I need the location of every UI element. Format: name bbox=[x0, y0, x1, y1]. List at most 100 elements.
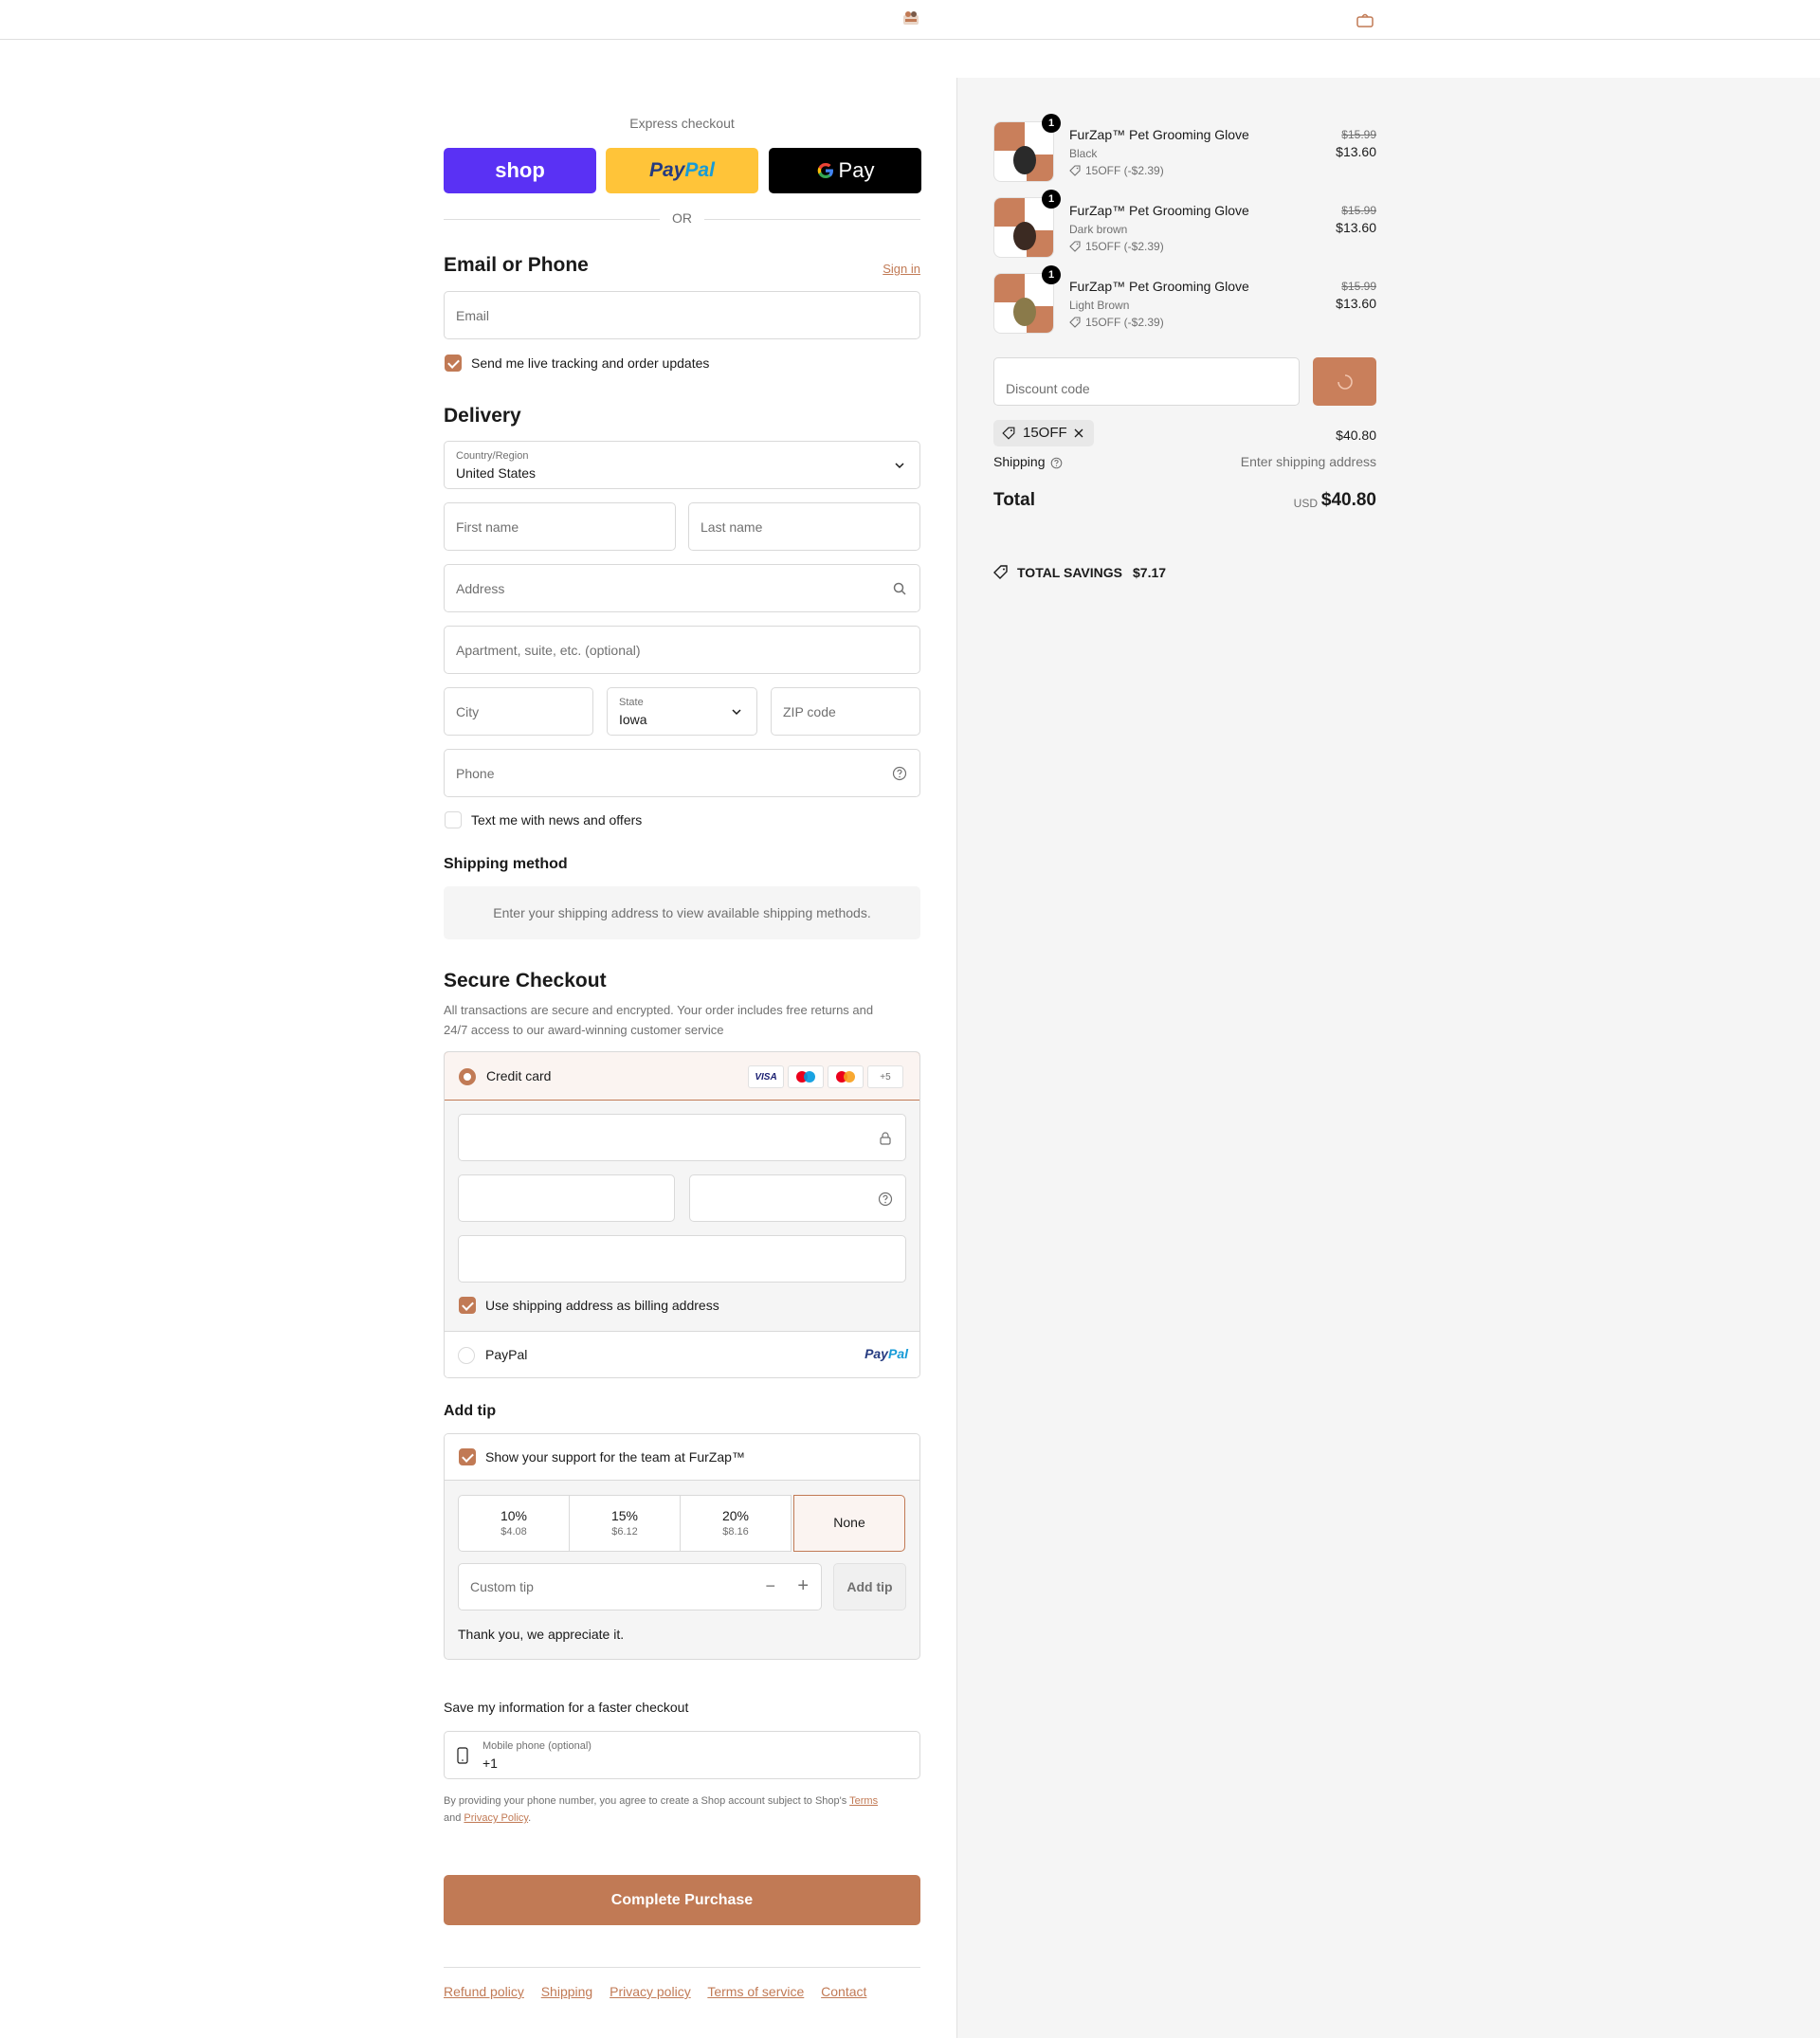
zip-input[interactable] bbox=[772, 688, 919, 735]
first-name-field[interactable] bbox=[444, 502, 676, 551]
shipping-label: Shipping bbox=[993, 454, 1046, 469]
complete-purchase-button[interactable]: Complete Purchase bbox=[444, 1875, 920, 1925]
custom-tip-field[interactable]: − + bbox=[458, 1563, 822, 1610]
refund-policy-link[interactable]: Refund policy bbox=[444, 1984, 524, 1999]
tag-icon bbox=[1069, 241, 1081, 252]
shipping-method-title: Shipping method bbox=[444, 856, 568, 872]
shipping-link[interactable]: Shipping bbox=[541, 1984, 593, 1999]
mobile-phone-prefix: +1 bbox=[482, 1756, 498, 1771]
plus-icon[interactable]: + bbox=[797, 1575, 809, 1597]
email-field[interactable] bbox=[444, 291, 920, 339]
paypal-label: PayPal bbox=[485, 1347, 528, 1362]
help-circle-icon[interactable] bbox=[1050, 457, 1063, 469]
product-price: $13.60 bbox=[1336, 220, 1376, 235]
credit-card-radio[interactable] bbox=[459, 1068, 476, 1085]
city-input[interactable] bbox=[445, 688, 592, 735]
payment-description-line: 24/7 access to our award-winning custome… bbox=[444, 1023, 724, 1037]
contact-title: Email or Phone bbox=[444, 254, 589, 276]
total-label: Total bbox=[993, 490, 1035, 510]
tip-option-none[interactable]: None bbox=[793, 1495, 905, 1552]
paypal-logo: PayPal bbox=[649, 159, 715, 181]
product-variant: Black bbox=[1069, 147, 1098, 160]
shopping-bag-icon[interactable] bbox=[1355, 12, 1375, 27]
last-name-input[interactable] bbox=[689, 503, 919, 550]
tip-option-20[interactable]: 20% $8.16 bbox=[680, 1495, 792, 1552]
name-on-card-field[interactable] bbox=[458, 1235, 906, 1283]
footer-links: Refund policy Shipping Privacy policy Te… bbox=[444, 1984, 880, 1999]
tip-support-label: Show your support for the team at FurZap… bbox=[485, 1449, 745, 1465]
product-variant: Dark brown bbox=[1069, 223, 1128, 236]
legal-text: . bbox=[528, 1812, 532, 1824]
product-discount-text: 15OFF (-$2.39) bbox=[1085, 240, 1164, 253]
currency-label: USD bbox=[1293, 497, 1318, 510]
email-input[interactable] bbox=[445, 292, 919, 338]
tag-icon bbox=[1069, 317, 1081, 328]
phone-input[interactable] bbox=[445, 750, 919, 796]
product-discount-text: 15OFF (-$2.39) bbox=[1085, 164, 1164, 177]
maestro-icon bbox=[788, 1065, 824, 1088]
tip-option-10[interactable]: 10% $4.08 bbox=[458, 1495, 570, 1552]
paypal-logo: PayPal bbox=[864, 1346, 908, 1361]
contact-link[interactable]: Contact bbox=[821, 1984, 866, 1999]
credit-card-option[interactable]: Credit card VISA +5 bbox=[445, 1052, 919, 1101]
total-savings-value: $7.17 bbox=[1133, 565, 1167, 580]
express-checkout-label: Express checkout bbox=[629, 116, 735, 131]
tip-option-15[interactable]: 15% $6.12 bbox=[569, 1495, 681, 1552]
tip-amount: $8.16 bbox=[722, 1526, 749, 1538]
country-select[interactable]: Country/Region United States bbox=[444, 441, 920, 489]
tracking-checkbox[interactable] bbox=[445, 355, 462, 372]
mobile-phone-field[interactable]: Mobile phone (optional) +1 bbox=[444, 1731, 920, 1779]
privacy-link[interactable]: Privacy Policy bbox=[464, 1812, 528, 1824]
tip-percent: 20% bbox=[721, 1508, 750, 1523]
tip-thanks: Thank you, we appreciate it. bbox=[458, 1627, 625, 1642]
terms-of-service-link[interactable]: Terms of service bbox=[707, 1984, 804, 1999]
city-field[interactable] bbox=[444, 687, 593, 736]
product-line-item: 1 FurZap™ Pet Grooming Glove Dark brown … bbox=[993, 190, 1376, 264]
news-checkbox[interactable] bbox=[445, 811, 462, 828]
zip-field[interactable] bbox=[771, 687, 920, 736]
tip-support-checkbox[interactable] bbox=[459, 1448, 476, 1465]
help-circle-icon[interactable] bbox=[878, 1192, 893, 1207]
tip-percent: 15% bbox=[610, 1508, 639, 1523]
product-original-price: $15.99 bbox=[1341, 204, 1376, 217]
billing-checkbox[interactable] bbox=[459, 1297, 476, 1314]
address-field[interactable] bbox=[444, 564, 920, 612]
terms-link[interactable]: Terms bbox=[849, 1795, 878, 1807]
privacy-policy-link[interactable]: Privacy policy bbox=[610, 1984, 691, 1999]
first-name-input[interactable] bbox=[445, 503, 675, 550]
state-label: State bbox=[619, 697, 644, 708]
shop-pay-button[interactable]: shop bbox=[444, 148, 596, 193]
paypal-radio[interactable] bbox=[458, 1347, 475, 1364]
help-circle-icon[interactable] bbox=[892, 766, 907, 781]
google-g-icon bbox=[817, 163, 833, 178]
discount-code-field[interactable] bbox=[993, 357, 1300, 406]
sign-in-link[interactable]: Sign in bbox=[883, 262, 920, 276]
shop-legal-text: By providing your phone number, you agre… bbox=[444, 1792, 920, 1827]
card-number-field[interactable] bbox=[458, 1114, 906, 1161]
minus-icon[interactable]: − bbox=[765, 1576, 775, 1596]
custom-tip-input[interactable] bbox=[459, 1564, 743, 1610]
last-name-field[interactable] bbox=[688, 502, 920, 551]
or-separator: OR bbox=[672, 210, 692, 226]
product-original-price: $15.99 bbox=[1341, 280, 1376, 293]
add-tip-button[interactable]: Add tip bbox=[833, 1563, 906, 1610]
billing-label: Use shipping address as billing address bbox=[485, 1298, 719, 1313]
address-input[interactable] bbox=[445, 565, 919, 611]
furzap-logo-icon[interactable] bbox=[901, 9, 921, 27]
apply-discount-button[interactable] bbox=[1313, 357, 1376, 406]
state-select[interactable]: State Iowa bbox=[607, 687, 757, 736]
close-icon[interactable] bbox=[1073, 428, 1084, 439]
google-pay-button[interactable]: Pay bbox=[769, 148, 921, 193]
security-code-field[interactable] bbox=[689, 1174, 906, 1222]
discount-code-input[interactable] bbox=[994, 358, 1299, 405]
mastercard-icon bbox=[828, 1065, 864, 1088]
phone-field[interactable] bbox=[444, 749, 920, 797]
paypal-express-button[interactable]: PayPal bbox=[606, 148, 758, 193]
paypal-option[interactable]: PayPal PayPal bbox=[445, 1331, 919, 1377]
chevron-down-icon bbox=[732, 709, 741, 716]
chevron-down-icon bbox=[895, 463, 904, 469]
apartment-field[interactable] bbox=[444, 626, 920, 674]
expiration-date-field[interactable] bbox=[458, 1174, 675, 1222]
apartment-input[interactable] bbox=[445, 627, 919, 673]
subtotal-value: $40.80 bbox=[1336, 428, 1376, 443]
